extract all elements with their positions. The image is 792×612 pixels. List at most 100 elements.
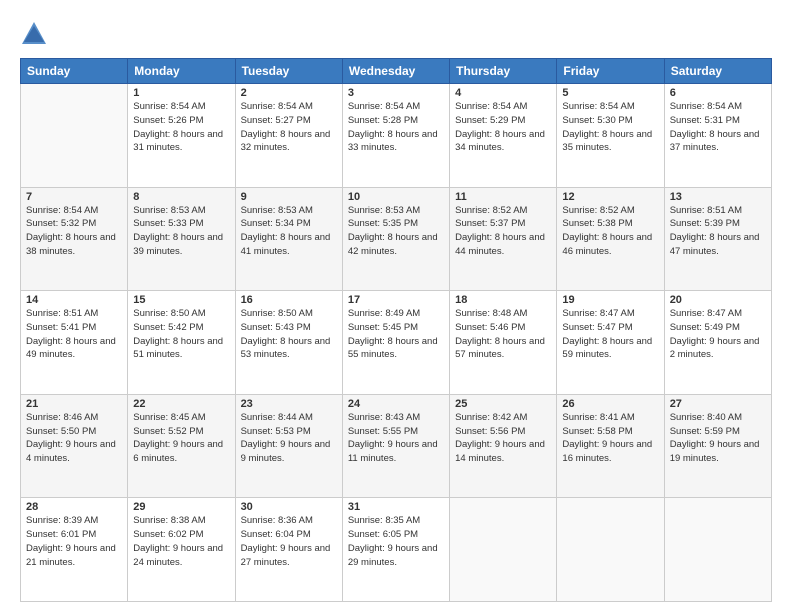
calendar-cell: 2Sunrise: 8:54 AMSunset: 5:27 PMDaylight… <box>235 84 342 188</box>
calendar-cell <box>664 498 771 602</box>
calendar-cell: 22Sunrise: 8:45 AMSunset: 5:52 PMDayligh… <box>128 394 235 498</box>
day-number: 13 <box>670 191 766 203</box>
day-info: Sunrise: 8:53 AMSunset: 5:34 PMDaylight:… <box>241 204 337 259</box>
day-number: 25 <box>455 398 551 410</box>
day-info: Sunrise: 8:50 AMSunset: 5:42 PMDaylight:… <box>133 307 229 362</box>
calendar-week-row: 7Sunrise: 8:54 AMSunset: 5:32 PMDaylight… <box>21 187 772 291</box>
day-number: 3 <box>348 87 444 99</box>
day-info: Sunrise: 8:49 AMSunset: 5:45 PMDaylight:… <box>348 307 444 362</box>
weekday-header: Sunday <box>21 59 128 84</box>
calendar-cell: 27Sunrise: 8:40 AMSunset: 5:59 PMDayligh… <box>664 394 771 498</box>
logo <box>20 20 52 48</box>
day-info: Sunrise: 8:43 AMSunset: 5:55 PMDaylight:… <box>348 411 444 466</box>
day-number: 10 <box>348 191 444 203</box>
day-info: Sunrise: 8:39 AMSunset: 6:01 PMDaylight:… <box>26 514 122 569</box>
day-number: 15 <box>133 294 229 306</box>
day-number: 2 <box>241 87 337 99</box>
day-info: Sunrise: 8:54 AMSunset: 5:30 PMDaylight:… <box>562 100 658 155</box>
day-number: 12 <box>562 191 658 203</box>
calendar-cell <box>21 84 128 188</box>
day-number: 31 <box>348 501 444 513</box>
calendar-cell: 10Sunrise: 8:53 AMSunset: 5:35 PMDayligh… <box>342 187 449 291</box>
calendar-cell: 24Sunrise: 8:43 AMSunset: 5:55 PMDayligh… <box>342 394 449 498</box>
day-number: 26 <box>562 398 658 410</box>
day-info: Sunrise: 8:52 AMSunset: 5:37 PMDaylight:… <box>455 204 551 259</box>
logo-icon <box>20 20 48 48</box>
day-info: Sunrise: 8:52 AMSunset: 5:38 PMDaylight:… <box>562 204 658 259</box>
calendar-cell: 14Sunrise: 8:51 AMSunset: 5:41 PMDayligh… <box>21 291 128 395</box>
calendar-cell: 11Sunrise: 8:52 AMSunset: 5:37 PMDayligh… <box>450 187 557 291</box>
day-number: 4 <box>455 87 551 99</box>
calendar-cell <box>557 498 664 602</box>
day-info: Sunrise: 8:38 AMSunset: 6:02 PMDaylight:… <box>133 514 229 569</box>
day-info: Sunrise: 8:40 AMSunset: 5:59 PMDaylight:… <box>670 411 766 466</box>
day-number: 1 <box>133 87 229 99</box>
day-number: 18 <box>455 294 551 306</box>
calendar-cell <box>450 498 557 602</box>
calendar-cell: 18Sunrise: 8:48 AMSunset: 5:46 PMDayligh… <box>450 291 557 395</box>
day-info: Sunrise: 8:54 AMSunset: 5:31 PMDaylight:… <box>670 100 766 155</box>
day-number: 7 <box>26 191 122 203</box>
page: SundayMondayTuesdayWednesdayThursdayFrid… <box>0 0 792 612</box>
day-info: Sunrise: 8:45 AMSunset: 5:52 PMDaylight:… <box>133 411 229 466</box>
day-number: 29 <box>133 501 229 513</box>
calendar-week-row: 21Sunrise: 8:46 AMSunset: 5:50 PMDayligh… <box>21 394 772 498</box>
day-number: 24 <box>348 398 444 410</box>
day-info: Sunrise: 8:35 AMSunset: 6:05 PMDaylight:… <box>348 514 444 569</box>
calendar-cell: 23Sunrise: 8:44 AMSunset: 5:53 PMDayligh… <box>235 394 342 498</box>
calendar-cell: 26Sunrise: 8:41 AMSunset: 5:58 PMDayligh… <box>557 394 664 498</box>
day-info: Sunrise: 8:36 AMSunset: 6:04 PMDaylight:… <box>241 514 337 569</box>
calendar-cell: 21Sunrise: 8:46 AMSunset: 5:50 PMDayligh… <box>21 394 128 498</box>
day-number: 20 <box>670 294 766 306</box>
day-number: 5 <box>562 87 658 99</box>
day-number: 28 <box>26 501 122 513</box>
day-number: 11 <box>455 191 551 203</box>
day-number: 14 <box>26 294 122 306</box>
day-number: 22 <box>133 398 229 410</box>
day-info: Sunrise: 8:54 AMSunset: 5:27 PMDaylight:… <box>241 100 337 155</box>
weekday-header: Monday <box>128 59 235 84</box>
calendar-cell: 20Sunrise: 8:47 AMSunset: 5:49 PMDayligh… <box>664 291 771 395</box>
weekday-header: Thursday <box>450 59 557 84</box>
calendar-cell: 1Sunrise: 8:54 AMSunset: 5:26 PMDaylight… <box>128 84 235 188</box>
weekday-header: Friday <box>557 59 664 84</box>
weekday-header-row: SundayMondayTuesdayWednesdayThursdayFrid… <box>21 59 772 84</box>
calendar-cell: 15Sunrise: 8:50 AMSunset: 5:42 PMDayligh… <box>128 291 235 395</box>
calendar-cell: 3Sunrise: 8:54 AMSunset: 5:28 PMDaylight… <box>342 84 449 188</box>
calendar-cell: 30Sunrise: 8:36 AMSunset: 6:04 PMDayligh… <box>235 498 342 602</box>
header <box>20 16 772 48</box>
day-info: Sunrise: 8:54 AMSunset: 5:26 PMDaylight:… <box>133 100 229 155</box>
day-info: Sunrise: 8:53 AMSunset: 5:35 PMDaylight:… <box>348 204 444 259</box>
calendar-cell: 25Sunrise: 8:42 AMSunset: 5:56 PMDayligh… <box>450 394 557 498</box>
day-info: Sunrise: 8:41 AMSunset: 5:58 PMDaylight:… <box>562 411 658 466</box>
day-number: 27 <box>670 398 766 410</box>
day-number: 21 <box>26 398 122 410</box>
calendar-cell: 31Sunrise: 8:35 AMSunset: 6:05 PMDayligh… <box>342 498 449 602</box>
day-info: Sunrise: 8:51 AMSunset: 5:39 PMDaylight:… <box>670 204 766 259</box>
day-info: Sunrise: 8:51 AMSunset: 5:41 PMDaylight:… <box>26 307 122 362</box>
weekday-header: Tuesday <box>235 59 342 84</box>
day-info: Sunrise: 8:48 AMSunset: 5:46 PMDaylight:… <box>455 307 551 362</box>
calendar-cell: 8Sunrise: 8:53 AMSunset: 5:33 PMDaylight… <box>128 187 235 291</box>
calendar-cell: 7Sunrise: 8:54 AMSunset: 5:32 PMDaylight… <box>21 187 128 291</box>
calendar-week-row: 28Sunrise: 8:39 AMSunset: 6:01 PMDayligh… <box>21 498 772 602</box>
calendar-cell: 28Sunrise: 8:39 AMSunset: 6:01 PMDayligh… <box>21 498 128 602</box>
day-number: 19 <box>562 294 658 306</box>
calendar-cell: 29Sunrise: 8:38 AMSunset: 6:02 PMDayligh… <box>128 498 235 602</box>
calendar-week-row: 14Sunrise: 8:51 AMSunset: 5:41 PMDayligh… <box>21 291 772 395</box>
day-info: Sunrise: 8:53 AMSunset: 5:33 PMDaylight:… <box>133 204 229 259</box>
day-number: 6 <box>670 87 766 99</box>
day-info: Sunrise: 8:47 AMSunset: 5:49 PMDaylight:… <box>670 307 766 362</box>
day-info: Sunrise: 8:47 AMSunset: 5:47 PMDaylight:… <box>562 307 658 362</box>
calendar-cell: 4Sunrise: 8:54 AMSunset: 5:29 PMDaylight… <box>450 84 557 188</box>
day-number: 17 <box>348 294 444 306</box>
calendar-cell: 19Sunrise: 8:47 AMSunset: 5:47 PMDayligh… <box>557 291 664 395</box>
calendar-cell: 5Sunrise: 8:54 AMSunset: 5:30 PMDaylight… <box>557 84 664 188</box>
day-info: Sunrise: 8:54 AMSunset: 5:29 PMDaylight:… <box>455 100 551 155</box>
weekday-header: Wednesday <box>342 59 449 84</box>
day-number: 23 <box>241 398 337 410</box>
calendar-cell: 13Sunrise: 8:51 AMSunset: 5:39 PMDayligh… <box>664 187 771 291</box>
day-number: 16 <box>241 294 337 306</box>
calendar-cell: 12Sunrise: 8:52 AMSunset: 5:38 PMDayligh… <box>557 187 664 291</box>
day-info: Sunrise: 8:50 AMSunset: 5:43 PMDaylight:… <box>241 307 337 362</box>
